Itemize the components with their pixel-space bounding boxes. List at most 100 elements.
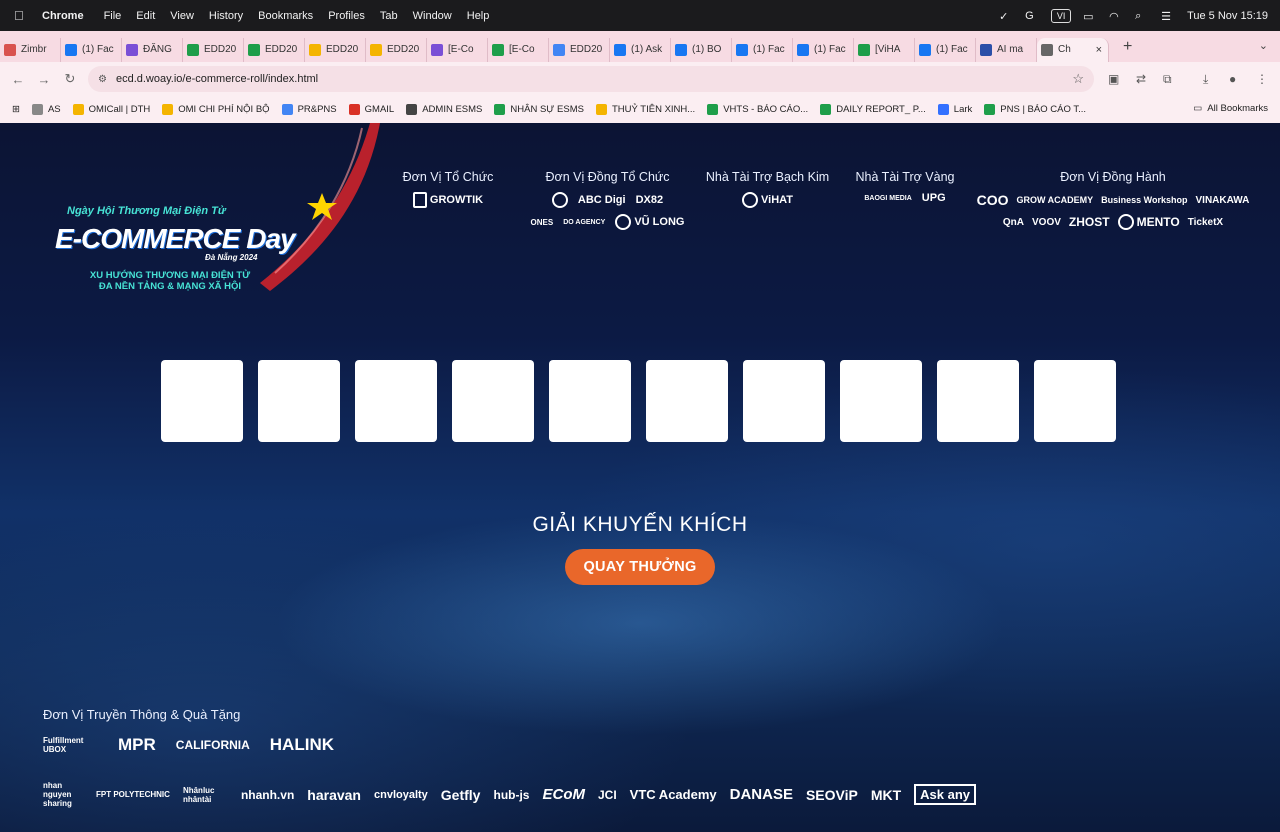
browser-tab[interactable]: [ViHA xyxy=(854,37,915,62)
bookmark-star-icon[interactable]: ☆ xyxy=(1072,71,1084,87)
tab-close-icon[interactable]: × xyxy=(1096,44,1102,56)
browser-tab[interactable]: EDD20 xyxy=(183,37,244,62)
tab-favicon-icon xyxy=(675,43,687,56)
tab-favicon-icon xyxy=(309,43,321,56)
control-center-icon[interactable]: ☰ xyxy=(1161,10,1175,23)
tab-label: Ch xyxy=(1058,44,1071,55)
menu-help[interactable]: Help xyxy=(467,10,490,22)
browser-tab[interactable]: Ch × xyxy=(1037,37,1109,62)
battery-icon[interactable]: ▭ xyxy=(1083,10,1097,23)
bookmarks-bar: ⊞ AS OMICall | DTH OMI CHI PHÍ NỘI BỘ PR&PN… xyxy=(0,96,1280,124)
spin-button[interactable]: QUAY THƯỞNG xyxy=(565,549,715,585)
browser-tab[interactable]: (1) Fac xyxy=(915,37,976,62)
menu-tab[interactable]: Tab xyxy=(380,10,398,22)
tab-favicon-icon xyxy=(492,43,504,56)
browser-tab[interactable]: (1) Fac xyxy=(61,37,122,62)
browser-toolbar: ← → ↻ ⚙ ecd.d.woay.io/e-commerce-roll/in… xyxy=(0,62,1280,96)
extensions-puzzle-icon[interactable]: ⧉ xyxy=(1163,72,1172,87)
co-organizer-title: Đơn Vị Đồng Tổ Chức xyxy=(545,170,670,184)
menubar-clock[interactable]: Tue 5 Nov 15:19 xyxy=(1187,10,1268,22)
all-bookmarks-button[interactable]: ▭ All Bookmarks xyxy=(1193,103,1268,114)
bookmark-item[interactable]: OMI CHI PHÍ NỘI BỘ xyxy=(162,104,270,115)
apple-icon[interactable]:  xyxy=(14,8,30,23)
tab-favicon-icon xyxy=(431,43,443,56)
bookmark-item[interactable]: OMICall | DTH xyxy=(72,104,150,115)
bookmark-favicon-icon xyxy=(707,104,719,115)
menu-profiles[interactable]: Profiles xyxy=(328,10,365,22)
site-settings-icon[interactable]: ⚙ xyxy=(98,74,107,85)
browser-tab[interactable]: EDD20 xyxy=(549,37,610,62)
menu-app-name[interactable]: Chrome xyxy=(42,10,84,22)
menu-history[interactable]: History xyxy=(209,10,243,22)
browser-tab[interactable]: AI ma xyxy=(976,37,1037,62)
browser-tab[interactable]: EDD20 xyxy=(305,37,366,62)
browser-tab[interactable]: EDD20 xyxy=(244,37,305,62)
companion-title: Đơn Vị Đồng Hành xyxy=(1060,170,1166,184)
address-bar[interactable]: ⚙ ecd.d.woay.io/e-commerce-roll/index.ht… xyxy=(88,66,1094,92)
mkt-logo: MKT xyxy=(870,786,902,803)
bookmark-item[interactable]: NHÂN SỰ ESMS xyxy=(494,104,584,115)
new-tab-button[interactable]: + xyxy=(1123,38,1132,56)
tab-favicon-icon xyxy=(980,43,992,56)
apps-grid-icon[interactable]: ⊞ xyxy=(12,104,20,115)
browser-tab[interactable]: Zimbr xyxy=(0,37,61,62)
browser-tab[interactable]: (1) Fac xyxy=(793,37,854,62)
bookmark-item[interactable]: AS xyxy=(31,104,61,115)
tab-label: EDD20 xyxy=(326,44,359,55)
chrome-menu-icon[interactable]: ⋮ xyxy=(1256,72,1268,86)
prize-title: GIẢI KHUYẾN KHÍCH xyxy=(532,513,748,536)
browser-tab[interactable]: (1) Ask xyxy=(610,37,671,62)
roll-slot xyxy=(161,360,243,442)
bookmark-item[interactable]: ADMIN ESMS xyxy=(406,104,482,115)
tab-label: Zimbr xyxy=(21,44,47,55)
media-partners-title: Đơn Vị Truyền Thông & Quà Tặng xyxy=(43,707,241,722)
tab-label: AI ma xyxy=(997,44,1024,55)
browser-tab[interactable]: [E-Co xyxy=(427,37,488,62)
browser-tab[interactable]: [E-Co xyxy=(488,37,549,62)
bookmark-label: GMAIL xyxy=(364,104,395,115)
dx82-logo: DX82 xyxy=(635,194,664,206)
bookmark-favicon-icon xyxy=(31,104,43,115)
bookmark-item[interactable]: PNS | BÁO CÁO T... xyxy=(984,104,1086,115)
roll-slot xyxy=(840,360,922,442)
tab-favicon-icon xyxy=(919,43,931,56)
menu-edit[interactable]: Edit xyxy=(136,10,155,22)
mento-logo: MENTO xyxy=(1117,214,1180,230)
url-text[interactable]: ecd.d.woay.io/e-commerce-roll/index.html xyxy=(116,73,318,85)
browser-tab[interactable]: (1) BO xyxy=(671,37,732,62)
shield-check-icon[interactable]: ✓ xyxy=(999,10,1013,23)
roll-slot xyxy=(258,360,340,442)
grammarly-icon[interactable]: G xyxy=(1025,10,1039,22)
bookmark-label: ADMIN ESMS xyxy=(422,104,483,115)
bookmark-favicon-icon xyxy=(494,104,506,115)
browser-tab[interactable]: EDD20 xyxy=(366,37,427,62)
bookmark-item[interactable]: Lark xyxy=(937,104,972,115)
bookmark-item[interactable]: GMAIL xyxy=(348,104,395,115)
translate-icon[interactable]: ⇄ xyxy=(1136,72,1146,86)
browser-tab[interactable]: (1) Fac xyxy=(732,37,793,62)
profile-avatar-icon[interactable]: ● xyxy=(1229,72,1236,86)
reload-icon[interactable]: ↻ xyxy=(62,71,78,87)
menu-bookmarks[interactable]: Bookmarks xyxy=(258,10,313,22)
bookmark-item[interactable]: VHTS - BÁO CÁO... xyxy=(707,104,808,115)
bookmark-item[interactable]: DAILY REPORT_ P... xyxy=(820,104,926,115)
vu-long-logo: VŨ LONG xyxy=(615,214,684,230)
tab-strip: Zimbr (1) Fac ĐĂNG EDD20 EDD20 EDD20 EDD20 [E-C… xyxy=(0,31,1280,62)
tab-search-chevron-icon[interactable]: ⌄ xyxy=(1259,39,1268,52)
download-icon[interactable]: ⤓ xyxy=(1203,72,1208,87)
bookmark-favicon-icon xyxy=(406,104,418,115)
bookmark-item[interactable]: PR&PNS xyxy=(281,104,337,115)
menu-view[interactable]: View xyxy=(170,10,194,22)
menu-window[interactable]: Window xyxy=(413,10,452,22)
browser-tab[interactable]: ĐĂNG xyxy=(122,37,183,62)
input-source-indicator[interactable]: VI xyxy=(1051,8,1072,23)
bookmark-item[interactable]: THUỶ TIÊN XINH... xyxy=(595,104,695,115)
back-arrow-icon[interactable]: ← xyxy=(10,72,26,87)
forward-arrow-icon[interactable]: → xyxy=(36,72,52,87)
extension-red-icon[interactable]: ▣ xyxy=(1108,72,1119,86)
menu-file[interactable]: File xyxy=(104,10,122,22)
nhanh-vn-logo: nhanh.vn xyxy=(240,787,295,802)
search-icon[interactable]: ⌕ xyxy=(1135,10,1149,22)
vtc-academy-logo: VTC Academy xyxy=(629,787,717,802)
wifi-icon[interactable]: ◠ xyxy=(1109,10,1123,23)
